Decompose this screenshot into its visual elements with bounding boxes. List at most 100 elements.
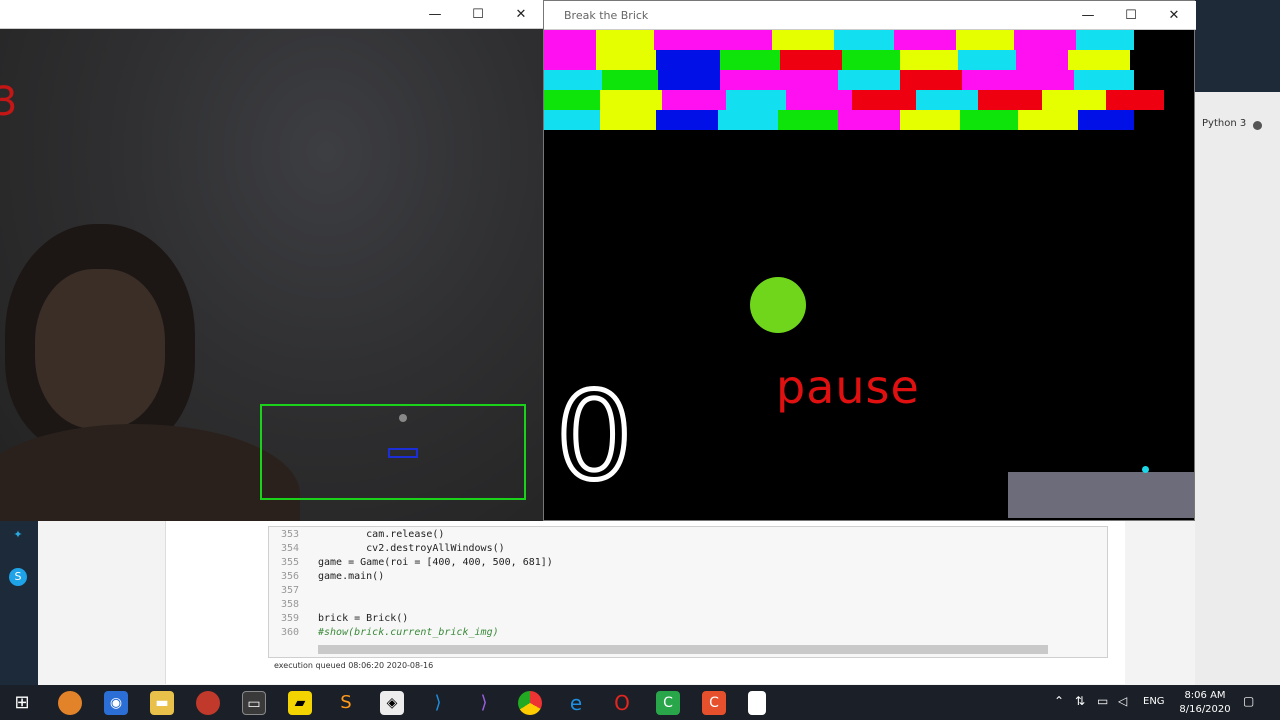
line-number: 358 bbox=[280, 599, 299, 610]
browser-toolbar-dark bbox=[1195, 0, 1280, 92]
brick bbox=[772, 30, 834, 50]
brick bbox=[894, 30, 956, 50]
brick bbox=[1042, 90, 1106, 110]
line-number: 354 bbox=[280, 543, 299, 554]
code-horizontal-scrollbar[interactable] bbox=[318, 645, 1048, 654]
vscode-icon[interactable]: ⟩ bbox=[426, 691, 450, 715]
ball bbox=[750, 277, 806, 333]
line-number: 360 bbox=[280, 627, 299, 638]
line-number: 356 bbox=[280, 571, 299, 582]
brick bbox=[654, 30, 772, 50]
paddle-marker-dot bbox=[1142, 466, 1149, 473]
brick bbox=[834, 30, 894, 50]
brick bbox=[658, 70, 720, 90]
brick bbox=[978, 90, 1042, 110]
code-editor[interactable]: 353 cam.release() 354 cv2.destroyAllWind… bbox=[268, 526, 1108, 658]
tracked-point bbox=[399, 414, 407, 422]
line-code: brick = Brick() bbox=[318, 613, 409, 624]
brick bbox=[962, 70, 1022, 90]
brick bbox=[838, 70, 900, 90]
close-button[interactable]: ✕ bbox=[499, 0, 543, 29]
minimize-button[interactable]: — bbox=[1066, 1, 1110, 30]
windows-start-icon[interactable]: ⊞ bbox=[10, 691, 34, 715]
brick bbox=[596, 30, 654, 50]
brick bbox=[600, 90, 662, 110]
brick bbox=[1018, 110, 1078, 130]
brick bbox=[1016, 50, 1068, 70]
line-number: 353 bbox=[280, 529, 299, 540]
camera-window: — ☐ ✕ 3 bbox=[0, 0, 543, 521]
line-number: 357 bbox=[280, 585, 299, 596]
document-icon[interactable] bbox=[748, 691, 766, 715]
unity-icon[interactable]: ◈ bbox=[380, 691, 404, 715]
brick bbox=[900, 110, 960, 130]
close-button[interactable]: ✕ bbox=[1152, 1, 1196, 30]
line-number: 355 bbox=[280, 557, 299, 568]
camtasia-orange-icon[interactable]: C bbox=[702, 691, 726, 715]
line-number: 359 bbox=[280, 613, 299, 624]
kernel-status-indicator bbox=[1253, 121, 1262, 130]
clock-time: 8:06 AM bbox=[1184, 690, 1226, 701]
kernel-name: Python 3 bbox=[1202, 118, 1247, 129]
person-body bbox=[0, 424, 300, 521]
edge-icon[interactable]: e bbox=[564, 691, 588, 715]
clock[interactable]: 8:06 AM 8/16/2020 bbox=[1172, 689, 1238, 717]
brick bbox=[900, 70, 962, 90]
taskbar: ⊞ ◉ ▬ ▭ ▰ S ◈ ⟩ ⟩ e O C C ⌃ ⇅ ▭ ◁ ENG 8:… bbox=[0, 685, 1280, 720]
camtasia-green-icon[interactable]: C bbox=[656, 691, 680, 715]
brick bbox=[544, 30, 596, 50]
camera-titlebar[interactable]: — ☐ ✕ bbox=[0, 0, 543, 29]
brick bbox=[544, 50, 596, 70]
minimize-button[interactable]: — bbox=[413, 0, 457, 29]
maximize-button[interactable]: ☐ bbox=[1109, 1, 1153, 30]
tray-chevron-icon[interactable]: ⌃ bbox=[1054, 694, 1064, 708]
brick bbox=[786, 90, 852, 110]
window-title: Break the Brick bbox=[564, 9, 649, 22]
camera-overlay-digit: 3 bbox=[0, 79, 18, 125]
app-icon-red[interactable] bbox=[196, 691, 220, 715]
brick bbox=[1068, 50, 1130, 70]
camera-feed: 3 bbox=[0, 29, 543, 521]
network-app-icon[interactable]: ◉ bbox=[104, 691, 128, 715]
brick bbox=[1106, 90, 1164, 110]
language-indicator[interactable]: ENG bbox=[1143, 696, 1165, 707]
tray-battery-icon[interactable]: ▭ bbox=[1097, 694, 1108, 708]
execution-status: execution queued 08:06:20 2020-08-16 bbox=[274, 661, 434, 670]
brick bbox=[602, 70, 658, 90]
notifications-icon[interactable]: ▢ bbox=[1243, 694, 1254, 708]
tray-volume-icon[interactable]: ◁ bbox=[1118, 694, 1127, 708]
chrome-icon[interactable] bbox=[518, 691, 542, 715]
brick bbox=[596, 50, 656, 70]
roi-paddle-marker bbox=[388, 448, 418, 458]
brick bbox=[958, 50, 1016, 70]
brick bbox=[838, 110, 900, 130]
game-titlebar[interactable]: Break the Brick — ☐ ✕ bbox=[544, 1, 1196, 30]
brick bbox=[852, 90, 916, 110]
brick bbox=[600, 110, 656, 130]
maximize-button[interactable]: ☐ bbox=[456, 0, 500, 29]
brick bbox=[842, 50, 900, 70]
brick bbox=[1074, 70, 1134, 90]
brick bbox=[956, 30, 1014, 50]
brick bbox=[780, 50, 842, 70]
firefox-icon[interactable] bbox=[58, 691, 82, 715]
brick bbox=[544, 70, 602, 90]
line-code: cam.release() bbox=[318, 529, 445, 540]
clock-date: 8/16/2020 bbox=[1179, 704, 1231, 715]
twitter-icon[interactable]: ✦ bbox=[9, 526, 27, 544]
tray-network-icon[interactable]: ⇅ bbox=[1075, 694, 1085, 708]
brick bbox=[544, 110, 600, 130]
opera-icon[interactable]: O bbox=[610, 691, 634, 715]
sublime-text-icon[interactable]: S bbox=[334, 691, 358, 715]
terminal-icon[interactable]: ▭ bbox=[242, 691, 266, 715]
visual-studio-icon[interactable]: ⟩ bbox=[472, 691, 496, 715]
brick bbox=[1014, 30, 1076, 50]
brick bbox=[726, 90, 786, 110]
file-explorer-icon[interactable]: ▬ bbox=[150, 691, 174, 715]
game-canvas[interactable]: pause 0 bbox=[544, 30, 1194, 520]
line-code: game = Game(roi = [400, 400, 500, 681]) bbox=[318, 557, 553, 568]
brick bbox=[656, 110, 718, 130]
brick bbox=[662, 90, 726, 110]
sticky-notes-icon[interactable]: ▰ bbox=[288, 691, 312, 715]
skype-icon[interactable]: S bbox=[9, 568, 27, 586]
